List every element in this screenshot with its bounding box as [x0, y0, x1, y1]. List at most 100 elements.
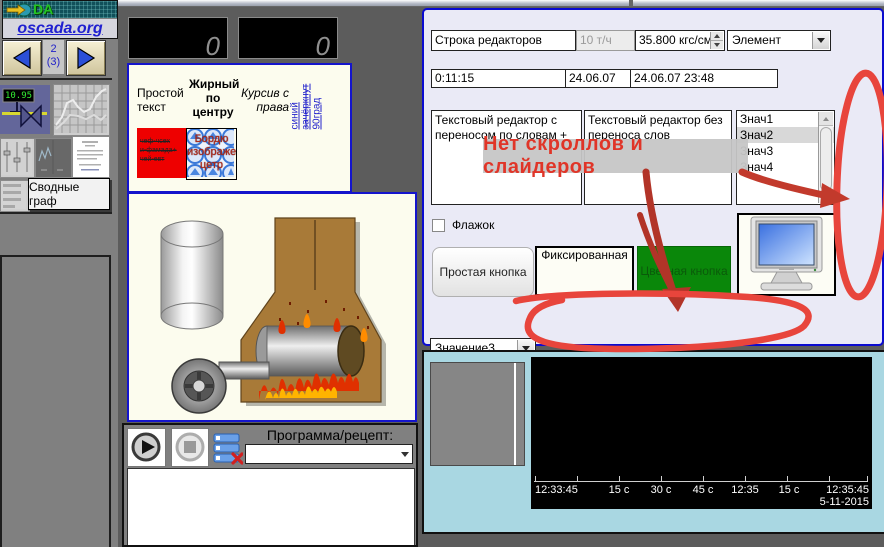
image-caption-line3: цетр [187, 159, 236, 172]
element-combo-arrow [812, 32, 829, 49]
program-combo-arrow [398, 446, 411, 462]
datetime-edit[interactable]: 24.06.07 23:48 [631, 70, 777, 87]
logo-site-strip: oscada.org [3, 19, 117, 38]
program-panel: Программа/рецепт: [122, 423, 418, 547]
color-button-label: Цветная кнопка [640, 264, 727, 278]
document-thumbnail-icon [73, 137, 107, 175]
scrollbar-thumb[interactable] [820, 127, 832, 191]
gauge-value: 10.95 [5, 91, 32, 101]
vertical-blue-text: синий зачёркнут 90град [290, 70, 323, 130]
vertical-text-line2: зачёркнут [301, 70, 312, 130]
chart-thumbnail[interactable] [53, 84, 110, 136]
dark-panel-thumbnail[interactable] [35, 138, 72, 178]
red-box-line1: чеф-чсех [140, 137, 186, 146]
spinbox[interactable]: 35.800 кгс/см2 [635, 30, 725, 51]
vertical-text-line1: синий [290, 70, 301, 130]
annotation-note-box: Нет скроллов и слайдеров [483, 139, 748, 173]
oscada-logo: DA oscada.org [2, 0, 118, 39]
table-thumbnail-icon [1, 181, 26, 209]
table-thumbnail[interactable] [0, 180, 29, 212]
trend-panel: 12:33:45 15 с 30 с 45 с 12:35 15 с 12:35… [422, 350, 884, 534]
sliders-thumbnail[interactable] [0, 138, 35, 178]
spin-down-button[interactable] [711, 41, 723, 49]
annotation-note-text: Нет скроллов и слайдеров [483, 133, 748, 179]
next-page-button[interactable] [66, 40, 106, 76]
plain-text: Простой текст [137, 86, 189, 114]
monitor-icon [739, 215, 834, 294]
logo-site-text: oscada.org [17, 20, 102, 37]
prev-page-button[interactable] [2, 40, 42, 76]
element-combo-value: Элемент [732, 31, 781, 50]
disabled-edit: 10 т/ч [576, 30, 635, 51]
spinbox-buttons [710, 32, 723, 49]
axis-label: 30 с [651, 484, 672, 496]
color-button[interactable]: Цветная кнопка [637, 246, 731, 296]
date-edit[interactable]: 24.06.07 [566, 70, 631, 87]
axis-date: 5-11-2015 [820, 496, 869, 508]
trend-chart: 12:33:45 15 с 30 с 45 с 12:35 15 с 12:35… [531, 357, 872, 509]
red-box-line2: и-фамада+ [140, 146, 186, 155]
scrollbar-up-button[interactable] [819, 112, 833, 126]
bold-centered-text: Жирный по центру [189, 77, 237, 119]
valve-gauge-thumbnail[interactable]: 10.95 [0, 85, 50, 134]
summary-graphs-label: Сводные граф [29, 180, 109, 208]
boiler-mnemonic-panel [127, 192, 417, 422]
axis-label: 15 с [609, 484, 630, 496]
spin-up-button[interactable] [711, 32, 723, 41]
datetime-row: 0:11:15 24.06.07 24.06.07 23:48 [431, 69, 778, 88]
lcd-display-1: 0 [128, 17, 228, 59]
line-edit[interactable]: Строка редакторов [431, 30, 576, 51]
fixed-button[interactable]: Фиксированная [535, 246, 634, 296]
top-scrollbar[interactable] [118, 0, 884, 7]
text-styles-panel: Простой текст Жирный по центру Курсив с … [127, 63, 352, 193]
page-total: (3) [43, 56, 64, 69]
checkbox[interactable] [432, 219, 445, 232]
dark-panel-thumbnail-icon [36, 139, 69, 175]
list-delete-icon [213, 432, 243, 465]
page-indicator: 2 (3) [43, 40, 64, 74]
program-combo[interactable] [245, 444, 413, 464]
list-delete-button[interactable] [213, 432, 243, 465]
red-strikethrough-box: чеф-чсех и-фамада+ чей-евт [137, 128, 186, 178]
top-scrollbar-divider [629, 0, 633, 6]
image-caption-line2: изображе [187, 146, 236, 159]
italic-right-text: Курсив с права [239, 86, 289, 114]
legend-cursor-line [514, 363, 516, 465]
checkbox-label: Флажок [452, 218, 494, 232]
time-edit[interactable]: 0:11:15 [432, 70, 566, 87]
program-textarea[interactable] [127, 468, 415, 547]
listbox-scrollbar[interactable] [818, 112, 833, 203]
sidebar-separator-2 [0, 212, 112, 214]
sliders-thumbnail-icon [1, 139, 32, 175]
axis-label: 12:33:45 [535, 484, 578, 496]
summary-graphs-button[interactable]: Сводные граф [28, 178, 110, 210]
play-icon [130, 431, 163, 464]
red-box-line3: чей-евт [140, 155, 186, 164]
element-combo[interactable]: Элемент [727, 30, 831, 51]
logo-arrow-icon [6, 2, 32, 18]
trend-legend-box [430, 362, 525, 466]
valve-gauge-icon: 10.95 [0, 85, 50, 134]
logo-da-text: DA [33, 1, 53, 17]
play-button[interactable] [127, 428, 166, 467]
document-thumbnail[interactable] [72, 136, 110, 178]
time-axis [534, 481, 868, 482]
tiled-image-box: Бордю изображе цетр [186, 128, 237, 180]
axis-label: 12:35 [731, 484, 759, 496]
boiler-illustration [129, 194, 411, 416]
image-caption-line1: Бордю [187, 133, 236, 146]
stop-icon [174, 431, 207, 464]
simple-button[interactable]: Простая кнопка [432, 247, 534, 297]
spinbox-value: 35.800 кгс/см2 [639, 33, 719, 47]
image-caption: Бордю изображе цетр [187, 133, 236, 172]
stop-button[interactable] [171, 428, 209, 467]
sidebar-separator [0, 78, 112, 80]
chart-thumbnail-icon [54, 85, 107, 133]
values-listbox[interactable]: Знач1 Знач2 Знач3 Знач4 [736, 110, 835, 205]
logo-pattern: DA [3, 1, 117, 18]
program-label: Программа/рецепт: [245, 427, 415, 443]
axis-label: 15 с [779, 484, 800, 496]
axis-label: 45 с [693, 484, 714, 496]
axis-label: 12:35:45 [826, 484, 869, 496]
monitor-image-box [737, 213, 836, 296]
